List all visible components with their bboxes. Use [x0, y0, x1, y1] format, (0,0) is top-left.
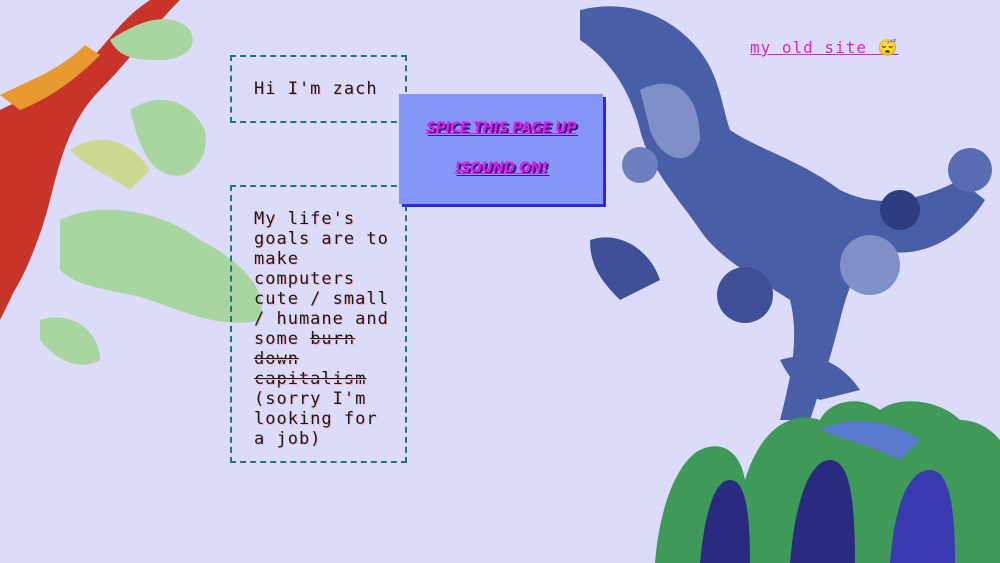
decorative-illustration	[0, 0, 1000, 563]
goals-text-after: (sorry I'm looking for a job)	[254, 389, 378, 449]
left-coral-icon	[0, 0, 262, 365]
intro-box: Hi I'm zach	[230, 55, 407, 123]
greeting-text: Hi I'm zach	[254, 79, 378, 99]
sound-on-link[interactable]: !SOUND ON!	[399, 160, 603, 176]
goals-box: My life's goals are to make computers cu…	[230, 185, 407, 463]
spice-box: SPICE THIS PAGE UP !SOUND ON!	[399, 94, 603, 204]
bottom-coral-icon	[655, 401, 1000, 563]
old-site-link[interactable]: my old site 😴	[750, 38, 899, 57]
right-creature-icon	[580, 6, 992, 420]
spice-page-link[interactable]: SPICE THIS PAGE UP	[399, 120, 603, 136]
goals-text: My life's goals are to make computers cu…	[254, 209, 389, 349]
